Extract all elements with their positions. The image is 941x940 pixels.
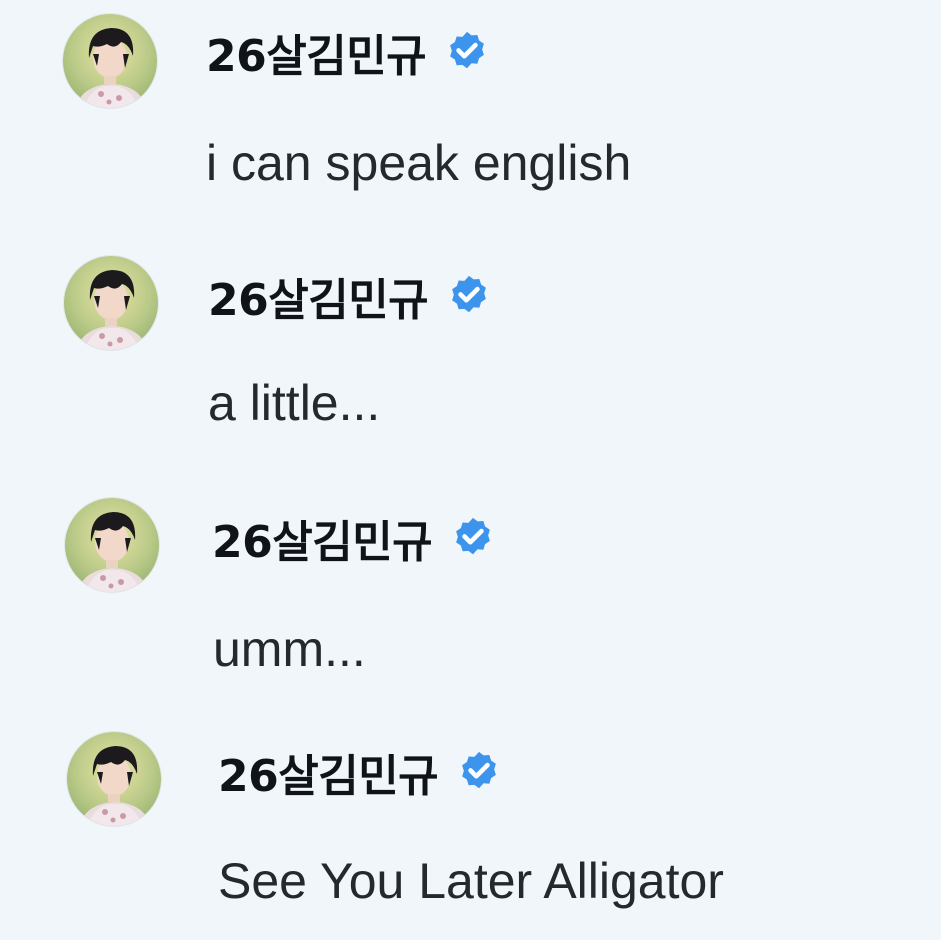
- message-feed: 26살김민규 i can speak english 26살김민규 a litt…: [0, 0, 941, 930]
- message-item: 26살김민규 i can speak english: [0, 0, 941, 230]
- avatar-image: [67, 732, 161, 826]
- message-text: umm...: [213, 621, 366, 677]
- username[interactable]: 26살김민규: [218, 740, 439, 804]
- username[interactable]: 26살김민규: [206, 20, 427, 84]
- message-item: 26살김민규 a little...: [0, 240, 941, 470]
- message-text: i can speak english: [206, 135, 632, 191]
- avatar-image: [64, 256, 158, 350]
- username-row: 26살김민규: [206, 22, 490, 82]
- avatar-image: [65, 498, 159, 592]
- username-row: 26살김민규: [212, 508, 496, 568]
- verified-badge-icon: [456, 517, 491, 555]
- message-item: 26살김민규 umm...: [0, 478, 941, 708]
- avatar[interactable]: [67, 732, 161, 826]
- avatar[interactable]: [64, 256, 158, 350]
- message-text: See You Later Alligator: [218, 853, 724, 909]
- message-item: 26살김민규 See You Later Alligator: [0, 710, 941, 940]
- username[interactable]: 26살김민규: [208, 264, 429, 328]
- verified-badge-icon: [462, 751, 497, 789]
- avatar[interactable]: [63, 14, 157, 108]
- verified-badge-icon: [450, 31, 485, 69]
- avatar[interactable]: [65, 498, 159, 592]
- username[interactable]: 26살김민규: [212, 506, 433, 570]
- message-text: a little...: [208, 375, 381, 431]
- username-row: 26살김민규: [218, 742, 502, 802]
- verified-badge-icon: [452, 275, 487, 313]
- avatar-image: [63, 14, 157, 108]
- username-row: 26살김민규: [208, 266, 492, 326]
